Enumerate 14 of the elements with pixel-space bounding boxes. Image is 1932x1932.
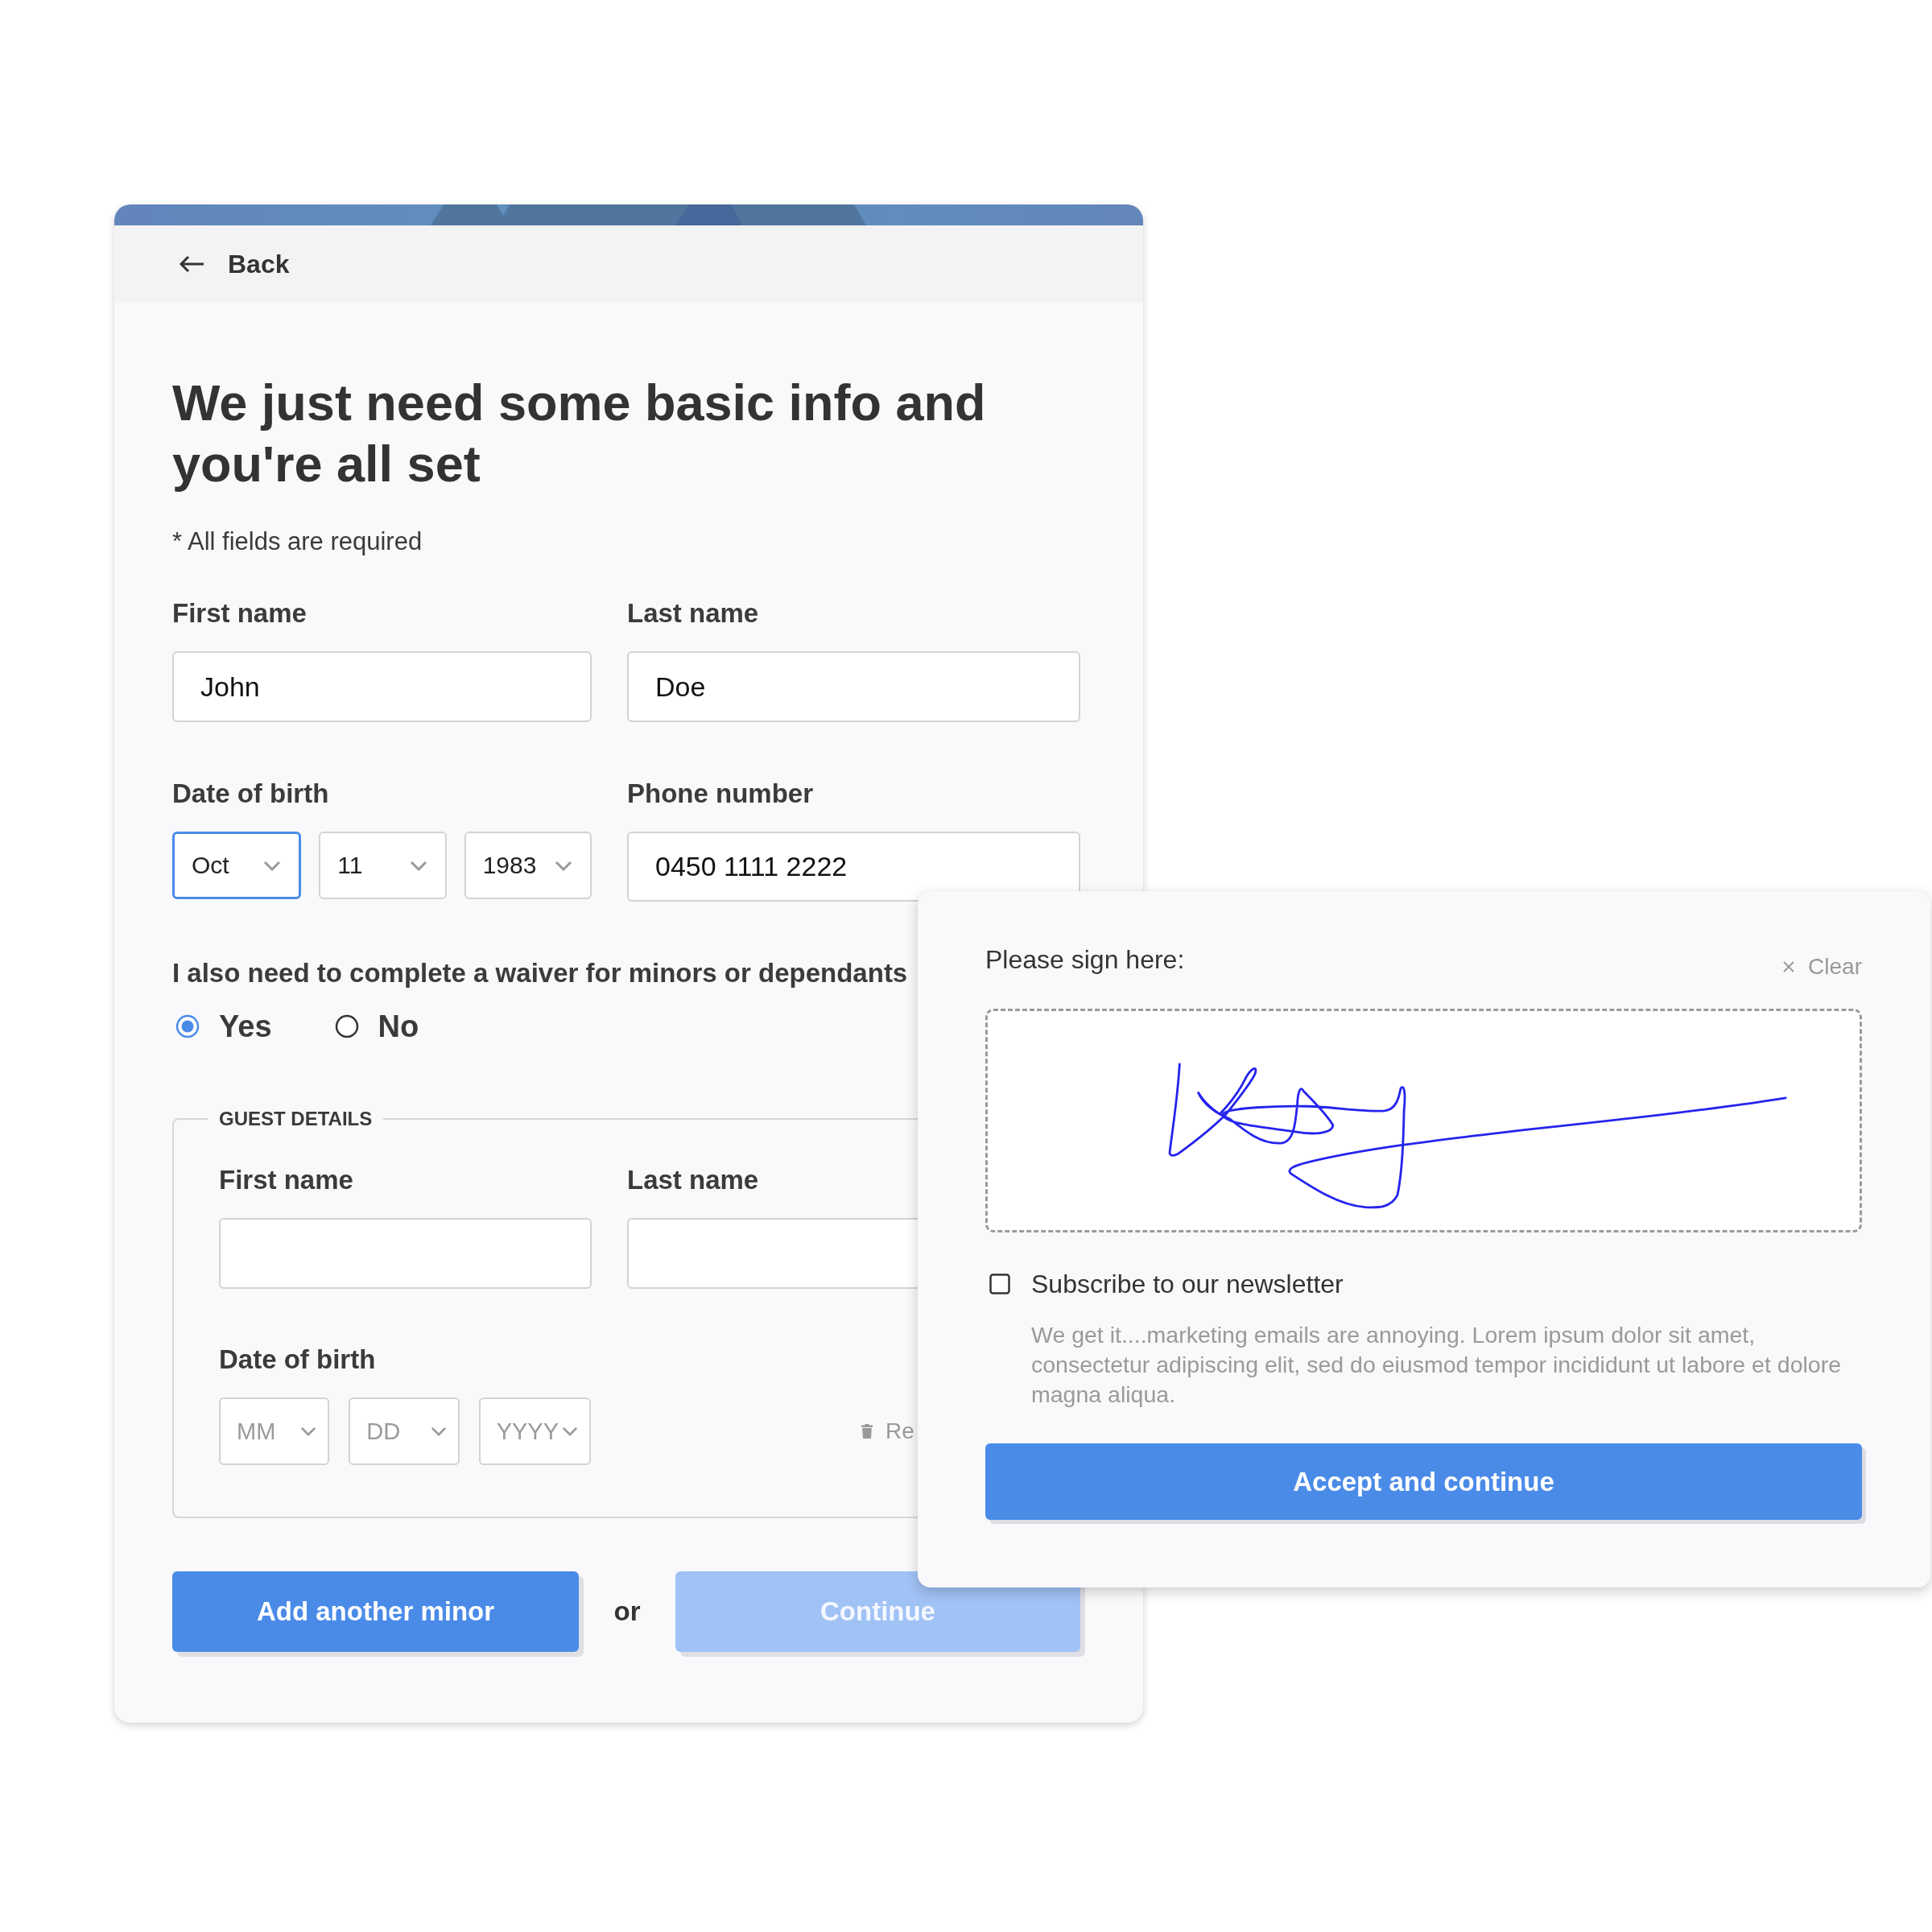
- newsletter-description: We get it....marketing emails are annoying. Lorem ipsum dolor sit amet, consectetur adipiscing elit, sed do eiusmod tempor incididunt ut labore et dolore magna aliqua.: [1031, 1321, 1842, 1409]
- field-label: Phone number: [627, 778, 814, 810]
- field-label: Last name: [627, 597, 759, 630]
- field-label: Date of birth: [172, 778, 329, 810]
- fieldset-legend: GUEST DETAILS: [208, 1108, 384, 1129]
- field-label: Date of birth: [219, 1344, 376, 1376]
- required-note: * All fields are required: [172, 526, 423, 557]
- waiver-question: I also need to complete a waiver for minors or dependants: [172, 957, 908, 989]
- field-label: First name: [172, 597, 307, 630]
- field-label: First name: [219, 1164, 353, 1196]
- page-heading: We just need some basic info and you're all set: [172, 374, 987, 493]
- separator-text: or: [613, 1596, 642, 1627]
- sign-prompt: Please sign here:: [985, 944, 1185, 976]
- field-label: Last name: [627, 1164, 759, 1196]
